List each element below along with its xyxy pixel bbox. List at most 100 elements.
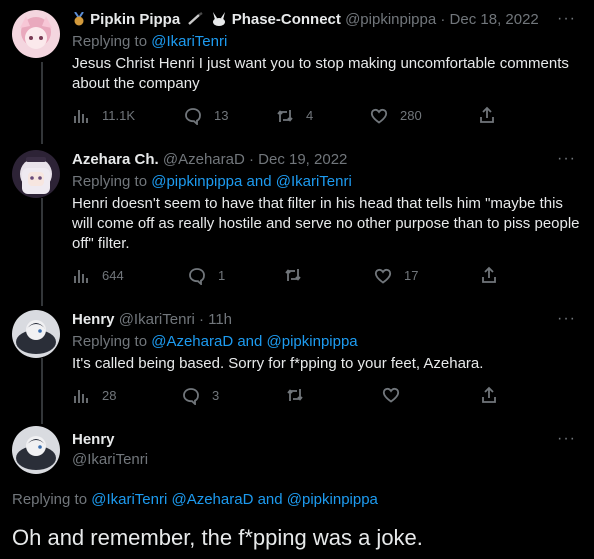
like-count: 17 [404, 268, 419, 283]
mention-link[interactable]: @pipkinpippa [287, 491, 378, 508]
replying-to: Replying to @pipkinpippa and @IkariTenri [72, 172, 352, 192]
views-icon [74, 270, 88, 283]
replying-prefix: Replying to [12, 491, 88, 508]
timestamp[interactable]: · Dec 19, 2022 [249, 151, 347, 168]
mention-link[interactable]: @pipkinpippa [151, 173, 242, 190]
share-button[interactable] [480, 386, 498, 404]
handle[interactable]: @IkariTenri [72, 451, 148, 468]
timestamp[interactable]: · 11h [199, 311, 232, 328]
reply-button[interactable]: 1 [188, 266, 225, 286]
avatar-henry[interactable] [12, 310, 60, 358]
replying-to: Replying to @IkariTenri @AzeharaD and @p… [12, 490, 378, 510]
replying-prefix: Replying to [72, 333, 148, 350]
more-icon[interactable]: ··· [557, 310, 576, 328]
main-tweet-name: Henry [72, 430, 115, 450]
display-name[interactable]: Henry [72, 311, 115, 328]
mention-link[interactable]: @AzeharaD [151, 333, 233, 350]
reply-count: 1 [218, 268, 226, 283]
avatar-henry-image [12, 310, 60, 358]
mention-link[interactable]: @IkariTenri [151, 33, 227, 50]
tweet-text: Henri doesn't seem to have that filter i… [72, 195, 580, 252]
like-button[interactable]: 17 [374, 266, 418, 286]
tweet-1-header: Pipkin Pippa Phase-Connect @pipkinpippa … [72, 10, 539, 30]
tweet-actions: 11.1K 13 4 280 [72, 106, 512, 126]
medal-icon [72, 11, 86, 26]
reply-button[interactable]: 3 [182, 386, 219, 406]
tweet-2-header: Azehara Ch. @AzeharaD · Dec 19, 2022 [72, 150, 347, 170]
share-button[interactable] [480, 266, 498, 284]
views-count: 644 [102, 268, 124, 283]
heart-icon [370, 108, 388, 124]
share-icon [482, 266, 496, 283]
retweet-count: 4 [306, 108, 314, 123]
mention-joiner: and [246, 173, 272, 190]
timestamp[interactable]: · Dec 18, 2022 [440, 11, 538, 28]
views-count: 28 [102, 388, 117, 403]
tweet-2[interactable]: Azehara Ch. @AzeharaD · Dec 19, 2022 ···… [0, 140, 594, 300]
avatar-azehara-image [12, 150, 60, 198]
more-icon[interactable]: ··· [557, 150, 576, 168]
reply-count: 13 [214, 108, 229, 123]
heart-icon [382, 387, 400, 403]
more-icon[interactable]: ··· [557, 10, 576, 28]
retweet-icon [277, 110, 293, 122]
retweet-icon [285, 269, 301, 281]
heart-icon [374, 268, 392, 284]
tweet-text: It's called being based. Sorry for f*ppi… [72, 355, 484, 372]
mention-link[interactable]: @IkariTenri [276, 173, 352, 190]
tweet-actions: 28 3 [72, 386, 512, 406]
main-tweet-handle: @IkariTenri [72, 450, 148, 470]
avatar-henry[interactable] [12, 426, 60, 474]
mention-joiner: and [257, 491, 283, 508]
reply-button[interactable]: 13 [184, 106, 228, 126]
share-button[interactable] [478, 106, 496, 124]
views-count: 11.1K [102, 108, 136, 123]
avatar-pipkin-image [12, 10, 60, 58]
mention-link[interactable]: @IkariTenri [91, 491, 167, 508]
share-icon [482, 386, 496, 403]
reply-icon [185, 108, 201, 125]
reply-icon [189, 268, 205, 285]
mention-joiner: and [237, 333, 263, 350]
views-button[interactable]: 644 [72, 266, 124, 286]
retweet-icon [287, 389, 303, 401]
handle[interactable]: @pipkinpippa [345, 11, 436, 28]
views-icon [74, 390, 88, 403]
tweet-actions: 644 1 17 [72, 266, 512, 286]
handle[interactable]: @AzeharaD [163, 151, 245, 168]
more-icon[interactable]: ··· [557, 430, 576, 448]
mention-link[interactable]: @pipkinpippa [267, 333, 358, 350]
display-name[interactable]: Azehara Ch. [72, 151, 159, 168]
tweet-1[interactable]: Pipkin Pippa Phase-Connect @pipkinpippa … [0, 0, 594, 140]
display-name-extra[interactable]: Phase-Connect [232, 11, 341, 28]
tweet-3-header: Henry @IkariTenri · 11h [72, 310, 232, 330]
replying-prefix: Replying to [72, 173, 148, 190]
mention-link[interactable]: @AzeharaD [171, 491, 253, 508]
retweet-button[interactable]: 4 [276, 106, 313, 126]
main-tweet-text: Oh and remember, the f*pping was a joke. [12, 525, 423, 550]
tweet-3[interactable]: Henry @IkariTenri · 11h ··· Replying to … [0, 300, 594, 420]
reply-icon [183, 388, 199, 405]
replying-prefix: Replying to [72, 33, 148, 50]
replying-to: Replying to @IkariTenri [72, 32, 227, 52]
views-button[interactable]: 28 [72, 386, 116, 406]
avatar-henry-image [12, 426, 60, 474]
like-count: 280 [400, 108, 422, 123]
handle[interactable]: @IkariTenri [119, 311, 195, 328]
views-button[interactable]: 11.1K [72, 106, 135, 126]
reply-count: 3 [212, 388, 220, 403]
tweet-text: Jesus Christ Henri I just want you to st… [72, 55, 569, 92]
display-name[interactable]: Pipkin Pippa [90, 11, 180, 28]
bunny-icon [210, 12, 228, 26]
avatar-pipkin[interactable] [12, 10, 60, 58]
views-icon [74, 110, 88, 123]
share-icon [480, 106, 494, 123]
retweet-button[interactable] [284, 266, 314, 284]
retweet-button[interactable] [286, 386, 316, 404]
pen-icon [187, 12, 205, 26]
replying-to: Replying to @AzeharaD and @pipkinpippa [72, 332, 358, 352]
like-button[interactable] [382, 386, 412, 404]
display-name[interactable]: Henry [72, 431, 115, 448]
avatar-azehara[interactable] [12, 150, 60, 198]
like-button[interactable]: 280 [370, 106, 422, 126]
